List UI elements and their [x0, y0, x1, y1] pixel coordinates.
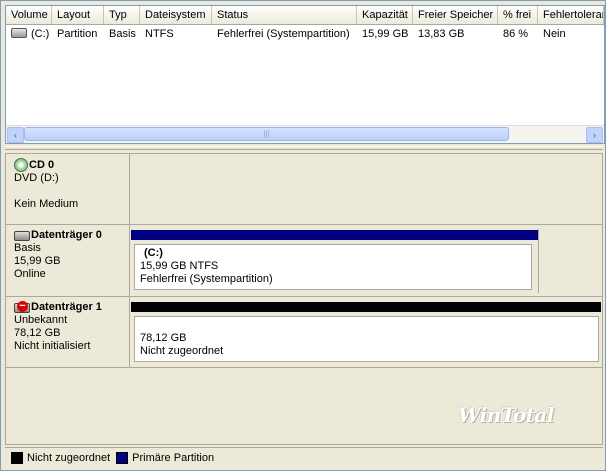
hard-disk-icon — [14, 230, 30, 241]
disk-map: CD 0 DVD (D:) Kein Medium Datenträger 0 … — [5, 153, 603, 445]
cell-capacity: 15,99 GB — [362, 28, 409, 40]
disk-title: CD 0 — [29, 158, 55, 171]
cell-type: Basis — [109, 28, 136, 40]
disk-label-disk0[interactable]: Datenträger 0 Basis 15,99 GB Online — [6, 225, 130, 296]
volume-list-header: Volume Layout Typ Dateisystem Status Kap… — [6, 6, 604, 25]
disk-row-disk1: Datenträger 1 Unbekannt 78,12 GB Nicht i… — [6, 297, 602, 368]
cell-free-space: 13,83 GB — [418, 28, 465, 40]
disk-label-cd0[interactable]: CD 0 DVD (D:) Kein Medium — [6, 154, 130, 224]
unallocated-box: 78,12 GB Nicht zugeordnet — [134, 316, 599, 362]
unknown-disk-icon — [14, 300, 30, 313]
partition-name: (C:) — [144, 247, 163, 259]
partition-size: 15,99 GB NTFS — [140, 260, 219, 272]
cell-status: Fehlerfrei (Systempartition) — [217, 28, 350, 40]
disk-label-disk1[interactable]: Datenträger 1 Unbekannt 78,12 GB Nicht i… — [6, 297, 130, 367]
disk-row-cd0: CD 0 DVD (D:) Kein Medium — [6, 154, 602, 225]
column-header-filesystem[interactable]: Dateisystem — [140, 6, 212, 24]
cell-layout: Partition — [57, 28, 98, 40]
disk-title: Datenträger 0 — [31, 229, 102, 241]
column-header-volume[interactable]: Volume — [6, 6, 52, 24]
column-header-type[interactable]: Typ — [104, 6, 140, 24]
disk-line3: Nicht initialisiert — [14, 340, 91, 352]
disk-line1: Basis — [14, 242, 41, 254]
partition-c-box: (C:) 15,99 GB NTFS Fehlerfrei (Systempar… — [134, 244, 532, 290]
column-header-percent-free[interactable]: % frei — [498, 6, 538, 24]
drive-icon — [11, 28, 27, 39]
disk-line2 — [14, 185, 129, 198]
legend: Nicht zugeordnet Primäre Partition — [5, 447, 603, 467]
legend-item-unallocated: Nicht zugeordnet — [11, 448, 110, 468]
unallocated-size: 78,12 GB — [140, 332, 187, 344]
disk-line3: Kein Medium — [14, 198, 79, 210]
cell-filesystem: NTFS — [145, 28, 174, 40]
horizontal-scrollbar[interactable]: ‹ ||| › — [6, 125, 604, 143]
legend-swatch-black — [11, 451, 23, 464]
volume-row[interactable]: (C:) Partition Basis NTFS Fehlerfrei (Sy… — [6, 26, 604, 42]
cell-percent-free: 86 % — [503, 28, 529, 40]
unallocated-space[interactable]: 78,12 GB Nicht zugeordnet — [131, 301, 601, 365]
column-header-fault-tolerance[interactable]: Fehlertoleranz — [538, 6, 604, 24]
partition-c-bar — [131, 230, 538, 240]
pane-splitter[interactable] — [5, 146, 603, 150]
column-header-capacity[interactable]: Kapazität — [357, 6, 413, 24]
disk-line1: DVD (D:) — [14, 172, 59, 184]
disk-line2: 15,99 GB — [14, 255, 61, 267]
disk-title: Datenträger 1 — [31, 301, 102, 313]
cell-fault-tolerance: Nein — [543, 28, 566, 40]
column-header-free-space[interactable]: Freier Speicher — [413, 6, 498, 24]
column-header-layout[interactable]: Layout — [52, 6, 104, 24]
disk-row-disk0: Datenträger 0 Basis 15,99 GB Online (C:)… — [6, 225, 602, 297]
scroll-left-icon[interactable]: ‹ — [7, 127, 24, 143]
partition-c[interactable]: (C:) 15,99 GB NTFS Fehlerfrei (Systempar… — [131, 229, 539, 293]
partition-status: Fehlerfrei (Systempartition) — [140, 273, 273, 285]
disk-management-window: Volume Layout Typ Dateisystem Status Kap… — [0, 0, 606, 471]
unallocated-bar — [131, 302, 601, 312]
disk-line1: Unbekannt — [14, 314, 68, 326]
scroll-thumb[interactable]: ||| — [24, 127, 509, 141]
volume-list: Volume Layout Typ Dateisystem Status Kap… — [5, 5, 605, 144]
legend-swatch-blue — [116, 451, 129, 464]
unallocated-status: Nicht zugeordnet — [140, 345, 224, 357]
cell-volume: (C:) — [6, 26, 52, 42]
wintotal-watermark: WinTotal — [458, 403, 554, 427]
column-header-status[interactable]: Status — [212, 6, 357, 24]
disk-line2: 78,12 GB — [14, 327, 61, 339]
disk-line3: Online — [14, 268, 46, 280]
legend-item-primary: Primäre Partition — [116, 448, 214, 468]
scroll-right-icon[interactable]: › — [586, 127, 603, 143]
cd-icon — [14, 158, 28, 172]
